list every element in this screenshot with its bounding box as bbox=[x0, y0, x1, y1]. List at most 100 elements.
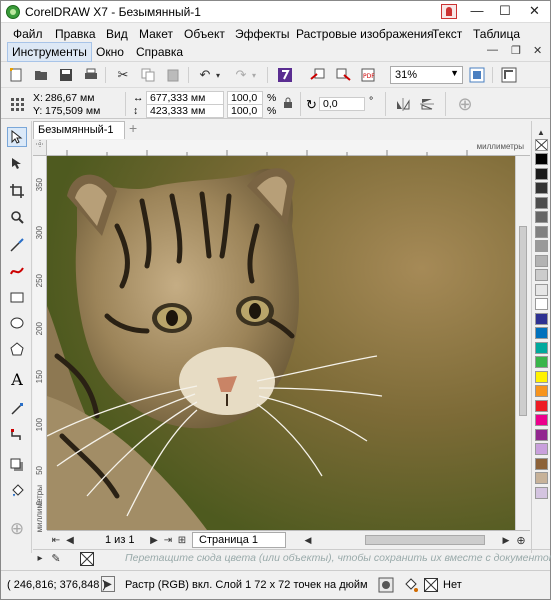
drop-shadow-icon[interactable] bbox=[7, 455, 27, 475]
mirror-vertical-icon[interactable] bbox=[417, 94, 437, 114]
connector-tool-icon[interactable] bbox=[7, 425, 27, 445]
object-height-field[interactable]: 423,333 мм bbox=[146, 104, 224, 118]
document-tab[interactable]: Безымянный-1 bbox=[33, 121, 125, 139]
menu-effects[interactable]: Эффекты bbox=[231, 26, 294, 42]
publish-pdf-icon[interactable]: PDF bbox=[358, 65, 378, 85]
pick-tool-icon[interactable] bbox=[7, 127, 27, 147]
horizontal-ruler[interactable]: миллиметры bbox=[47, 140, 530, 156]
doc-close-button[interactable]: ✕ bbox=[533, 44, 542, 57]
full-screen-preview-icon[interactable] bbox=[467, 65, 487, 85]
color-swatch[interactable] bbox=[535, 312, 548, 325]
save-icon[interactable] bbox=[56, 65, 76, 85]
menu-table[interactable]: Таблица bbox=[469, 26, 524, 42]
add-tool-icon[interactable]: ⊕ bbox=[7, 519, 27, 539]
redo-icon[interactable]: ↷ bbox=[231, 65, 251, 85]
minimize-button[interactable]: — bbox=[463, 1, 491, 23]
crop-tool-icon[interactable] bbox=[7, 181, 27, 201]
paste-icon[interactable] bbox=[163, 65, 183, 85]
maximize-button[interactable]: ☐ bbox=[491, 1, 519, 23]
play-icon[interactable]: ▶ bbox=[101, 576, 115, 592]
color-swatch[interactable] bbox=[535, 269, 548, 281]
menu-object[interactable]: Объект bbox=[180, 26, 229, 42]
mirror-horizontal-icon[interactable] bbox=[393, 94, 413, 114]
text-tool-icon[interactable]: A bbox=[7, 369, 27, 389]
rectangle-tool-icon[interactable] bbox=[7, 287, 27, 307]
color-proof-icon[interactable] bbox=[377, 576, 395, 594]
palette-options-icon[interactable]: ▸ bbox=[33, 550, 47, 567]
next-page-icon[interactable]: ▶ bbox=[147, 531, 161, 549]
color-swatch[interactable] bbox=[535, 472, 548, 484]
page-tab[interactable]: Страница 1 bbox=[192, 532, 286, 548]
color-swatch[interactable] bbox=[535, 385, 548, 397]
color-swatch[interactable] bbox=[535, 298, 548, 310]
color-swatch[interactable] bbox=[535, 428, 548, 441]
doc-restore-button[interactable]: ❐ bbox=[511, 44, 521, 57]
color-swatch[interactable] bbox=[535, 167, 548, 180]
color-swatch[interactable] bbox=[535, 153, 548, 165]
freehand-tool-icon[interactable] bbox=[7, 235, 27, 255]
vertical-scroll-thumb[interactable] bbox=[519, 226, 527, 416]
ruler-origin[interactable] bbox=[33, 140, 47, 156]
prev-page-icon[interactable]: ◀ bbox=[63, 531, 77, 549]
undo-icon[interactable]: ↶ bbox=[195, 65, 215, 85]
doc-minimize-button[interactable]: — bbox=[487, 44, 498, 56]
artistic-media-icon[interactable] bbox=[7, 261, 27, 281]
color-swatch[interactable] bbox=[535, 443, 548, 455]
add-page-icon[interactable]: ⊞ bbox=[175, 531, 189, 549]
navigator-icon[interactable]: ⊕ bbox=[513, 531, 529, 549]
search-content-icon[interactable] bbox=[275, 65, 295, 85]
color-swatch[interactable] bbox=[535, 414, 548, 426]
menu-window[interactable]: Окно bbox=[92, 44, 128, 60]
ellipse-tool-icon[interactable] bbox=[7, 313, 27, 333]
lock-ratio-icon[interactable] bbox=[281, 95, 295, 111]
color-swatch[interactable] bbox=[535, 341, 548, 354]
snap-to-icon[interactable] bbox=[499, 65, 519, 85]
print-icon[interactable] bbox=[81, 65, 101, 85]
color-swatch[interactable] bbox=[535, 211, 548, 223]
add-icon[interactable]: ⊕ bbox=[455, 94, 475, 114]
fill-tool-icon[interactable] bbox=[7, 481, 27, 501]
drawing-canvas[interactable] bbox=[47, 156, 515, 530]
color-swatch[interactable] bbox=[535, 225, 548, 238]
close-button[interactable]: ✕ bbox=[519, 1, 550, 23]
shape-tool-icon[interactable] bbox=[7, 153, 27, 173]
menu-tools[interactable]: Инструменты bbox=[7, 42, 92, 62]
color-swatch[interactable] bbox=[535, 240, 548, 252]
scroll-right-icon[interactable]: ▶ bbox=[499, 531, 513, 549]
parallel-dimension-icon[interactable] bbox=[7, 399, 27, 419]
color-swatch[interactable] bbox=[535, 356, 548, 368]
zoom-level-select[interactable]: 31% ▼ bbox=[390, 66, 463, 84]
vertical-scrollbar[interactable] bbox=[515, 156, 530, 530]
redo-dropdown-icon[interactable]: ▾ bbox=[249, 65, 259, 85]
menu-file[interactable]: Файл bbox=[9, 26, 47, 42]
fill-bucket-icon[interactable] bbox=[402, 576, 420, 594]
last-page-icon[interactable]: ⇥ bbox=[161, 531, 175, 549]
color-swatch[interactable] bbox=[535, 254, 548, 267]
add-document-tab-button[interactable]: + bbox=[129, 121, 141, 136]
no-fill-indicator[interactable] bbox=[423, 577, 439, 593]
object-origin-icon[interactable] bbox=[7, 94, 27, 114]
polygon-tool-icon[interactable] bbox=[7, 339, 27, 359]
eyedropper-icon[interactable]: ✎ bbox=[49, 550, 63, 567]
color-swatch[interactable] bbox=[535, 283, 548, 296]
export-icon[interactable] bbox=[333, 65, 353, 85]
color-swatch[interactable] bbox=[535, 327, 548, 339]
color-swatch[interactable] bbox=[535, 196, 548, 209]
x-position-field[interactable]: 286,67 мм bbox=[45, 92, 94, 104]
fishing-cat-photo[interactable] bbox=[47, 156, 515, 530]
scale-height-field[interactable]: 100,0 bbox=[227, 104, 263, 118]
menu-edit[interactable]: Правка bbox=[51, 26, 100, 42]
copy-icon[interactable] bbox=[138, 65, 158, 85]
zoom-tool-icon[interactable] bbox=[7, 207, 27, 227]
no-color-swatch[interactable] bbox=[79, 550, 95, 567]
cut-icon[interactable]: ✂ bbox=[113, 65, 133, 85]
color-swatch[interactable] bbox=[535, 370, 548, 383]
color-swatch[interactable] bbox=[535, 399, 548, 412]
y-position-field[interactable]: 175,509 мм bbox=[45, 105, 100, 117]
rotation-angle-field[interactable]: 0,0 bbox=[319, 97, 365, 111]
first-page-icon[interactable]: ⇤ bbox=[49, 531, 63, 549]
menu-view[interactable]: Вид bbox=[102, 26, 132, 42]
open-icon[interactable] bbox=[31, 65, 51, 85]
undo-dropdown-icon[interactable]: ▾ bbox=[213, 65, 223, 85]
menu-help[interactable]: Справка bbox=[132, 44, 187, 60]
